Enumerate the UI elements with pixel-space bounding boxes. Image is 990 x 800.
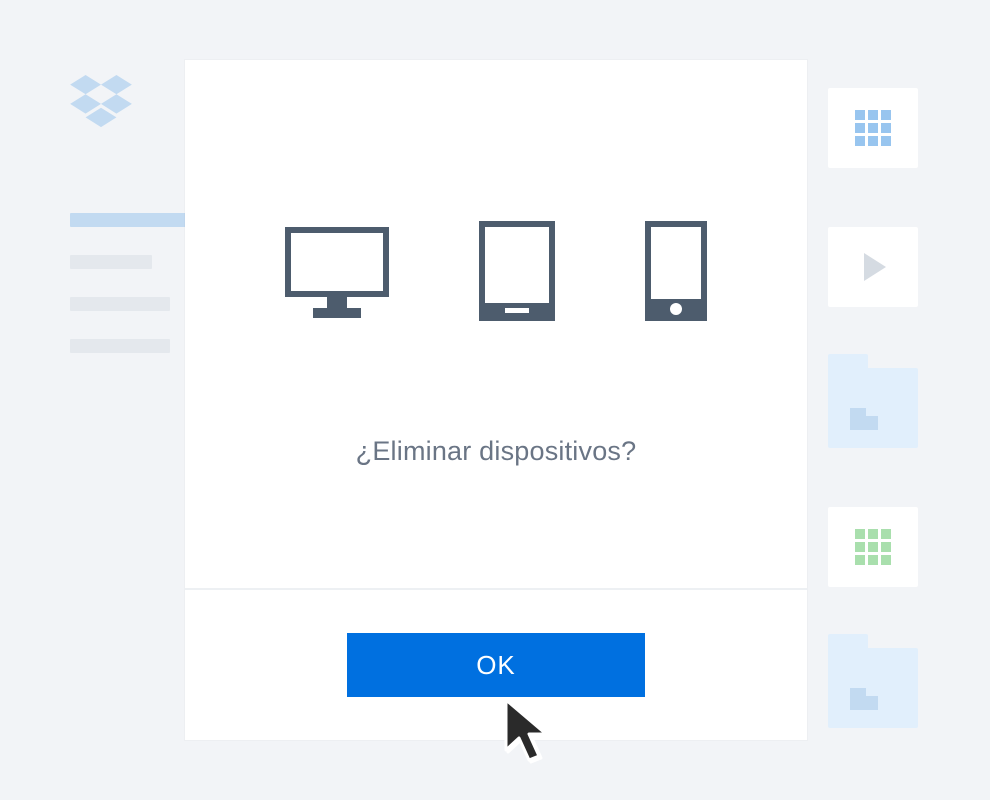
building-icon xyxy=(850,688,866,710)
building-icon xyxy=(850,408,866,430)
dialog-title: ¿Eliminar dispositivos? xyxy=(356,436,637,467)
dialog-footer: OK xyxy=(185,590,807,740)
dialog-body: ¿Eliminar dispositivos? xyxy=(185,60,807,590)
tablet-icon xyxy=(479,221,555,326)
file-tile xyxy=(828,507,918,587)
folder-tile xyxy=(828,368,918,448)
ok-button[interactable]: OK xyxy=(347,633,645,697)
sidebar-item-placeholder xyxy=(70,255,152,269)
folder-tile xyxy=(828,648,918,728)
confirm-dialog: ¿Eliminar dispositivos? OK xyxy=(185,60,807,740)
dropbox-logo-icon xyxy=(70,75,132,129)
monitor-icon xyxy=(285,227,389,326)
grid-icon xyxy=(855,110,891,146)
file-tile xyxy=(828,227,918,307)
sidebar-item-placeholder xyxy=(70,213,188,227)
grid-icon xyxy=(855,529,891,565)
file-tile xyxy=(828,88,918,168)
sidebar-item-placeholder xyxy=(70,297,170,311)
play-icon xyxy=(864,253,886,281)
sidebar-nav-placeholder xyxy=(70,213,188,381)
phone-icon xyxy=(645,221,707,326)
device-icons-row xyxy=(285,221,707,326)
sidebar-item-placeholder xyxy=(70,339,170,353)
